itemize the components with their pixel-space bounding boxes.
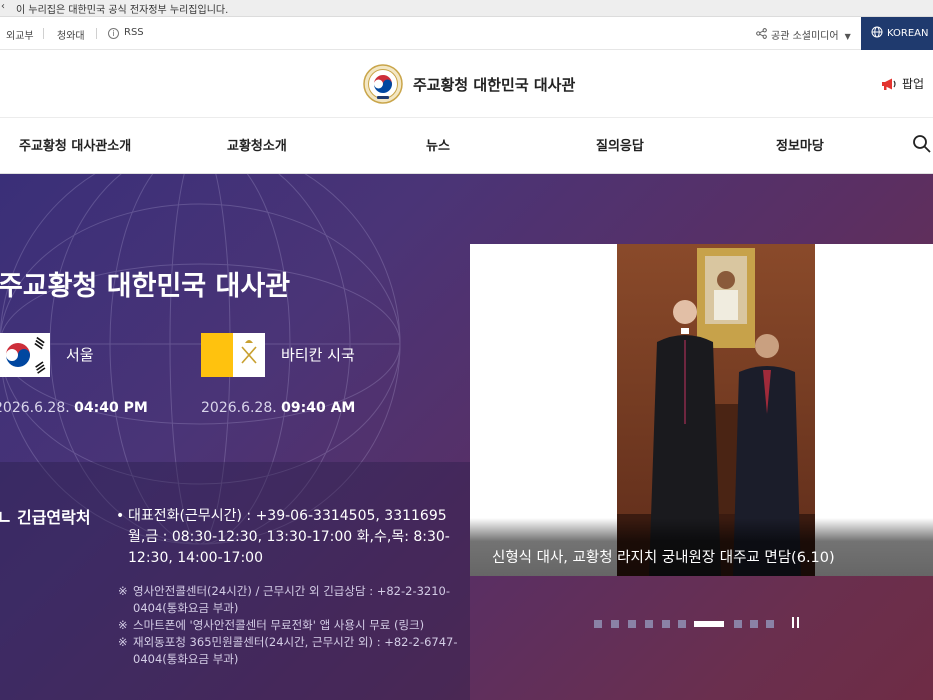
slide-dot[interactable] <box>645 620 653 628</box>
slide-dot[interactable] <box>662 620 670 628</box>
popup-button[interactable]: 팝업 <box>881 75 924 92</box>
note-free-call-app[interactable]: ※ 스마트폰에 '영사안전콜센터 무료전화' 앱 사용시 무료 (링크) <box>118 617 458 634</box>
globe-icon <box>871 26 883 38</box>
nav-item-qna[interactable]: 질의응답 <box>596 135 644 154</box>
slide-dot[interactable] <box>628 620 636 628</box>
rss-label: RSS <box>124 27 144 38</box>
divider <box>43 28 44 39</box>
emergency-contact-panel: ∟ 긴급연락처 • 대표전화(근무시간) : +39-06-3314505, 3… <box>0 462 470 700</box>
slide-caption[interactable]: 신형식 대사, 교황청 라지치 궁내원장 대주교 면담(6.10) <box>492 546 835 567</box>
hero-section: 주교황청 대한민국 대사관 서울 2026.6.28. 04:40 PM 바티칸… <box>0 174 933 700</box>
search-icon[interactable] <box>911 133 933 155</box>
clock-city-vatican: 바티칸 시국 <box>281 346 355 364</box>
slide-dot-active[interactable] <box>694 621 724 627</box>
link-mofa[interactable]: 외교부 <box>6 27 34 42</box>
slide-dot[interactable] <box>750 620 758 628</box>
main-phone-info: • 대표전화(근무시간) : +39-06-3314505, 3311695 월… <box>116 508 450 566</box>
nav-item-holy-see-intro[interactable]: 교황청소개 <box>227 135 287 154</box>
language-label: KOREAN <box>887 28 929 39</box>
note-overseas-koreans-center: ※ 재외동포청 365민원콜센터(24시간, 근무시간 외) : +82-2-6… <box>118 635 458 666</box>
news-slide[interactable]: 신형식 대사, 교황청 라지치 궁내원장 대주교 면담(6.10) <box>470 244 933 576</box>
hero-title: 주교황청 대한민국 대사관 <box>0 271 291 302</box>
slide-dot[interactable] <box>594 620 602 628</box>
clock-city-seoul: 서울 <box>66 346 94 364</box>
link-cheongwadae[interactable]: 청와대 <box>57 27 85 42</box>
social-media-dropdown[interactable]: 공관 소셜미디어 ▼ <box>756 27 851 42</box>
clock-datetime-vatican: 2026.6.28. 09:40 AM <box>201 400 356 416</box>
vatican-flag-icon <box>201 333 265 377</box>
megaphone-icon <box>882 78 896 90</box>
phone-icon: ∟ <box>0 508 12 527</box>
nav-item-info[interactable]: 정보마당 <box>776 135 824 154</box>
caret-down-icon: ▼ <box>844 32 851 41</box>
embassy-emblem-icon[interactable] <box>363 64 403 104</box>
clock-datetime-seoul: 2026.6.28. 04:40 PM <box>0 400 148 416</box>
note-consular-call-center: ※ 영사안전콜센터(24시간) / 근무시간 외 긴급상담 : +82-2-32… <box>118 584 451 615</box>
logo-header: 주교황청 대한민국 대사관 팝업 <box>0 50 933 118</box>
gov-banner-text: 이 누리집은 대한민국 공식 전자정부 누리집입니다. <box>16 5 229 16</box>
divider <box>96 28 97 39</box>
emergency-contact-heading: ∟ 긴급연락처 <box>0 508 91 527</box>
social-label: 공관 소셜미디어 <box>771 31 839 42</box>
site-title[interactable]: 주교황청 대한민국 대사관 <box>413 74 575 95</box>
pause-icon[interactable] <box>790 617 802 629</box>
slide-dot[interactable] <box>734 620 742 628</box>
share-icon <box>756 28 767 42</box>
slide-dot[interactable] <box>678 620 686 628</box>
utility-bar: 외교부 청와대 i RSS 공관 소셜미디어 ▼ KOREAN <box>0 17 933 50</box>
slide-dot[interactable] <box>766 620 774 628</box>
slide-dot[interactable] <box>611 620 619 628</box>
link-rss[interactable]: i RSS <box>108 27 144 39</box>
language-button[interactable]: KOREAN <box>861 17 933 50</box>
popup-label: 팝업 <box>902 77 925 91</box>
nav-item-news[interactable]: 뉴스 <box>426 135 450 154</box>
gov-banner: ‹ 이 누리집은 대한민국 공식 전자정부 누리집입니다. <box>0 0 933 17</box>
nav-item-embassy-intro[interactable]: 주교황청 대사관소개 <box>19 135 131 154</box>
korea-flag-icon <box>0 333 50 377</box>
chevron-left-icon: ‹ <box>1 1 5 12</box>
main-nav: 주교황청 대사관소개 교황청소개 뉴스 질의응답 정보마당 <box>0 118 933 174</box>
info-icon: i <box>108 28 119 39</box>
